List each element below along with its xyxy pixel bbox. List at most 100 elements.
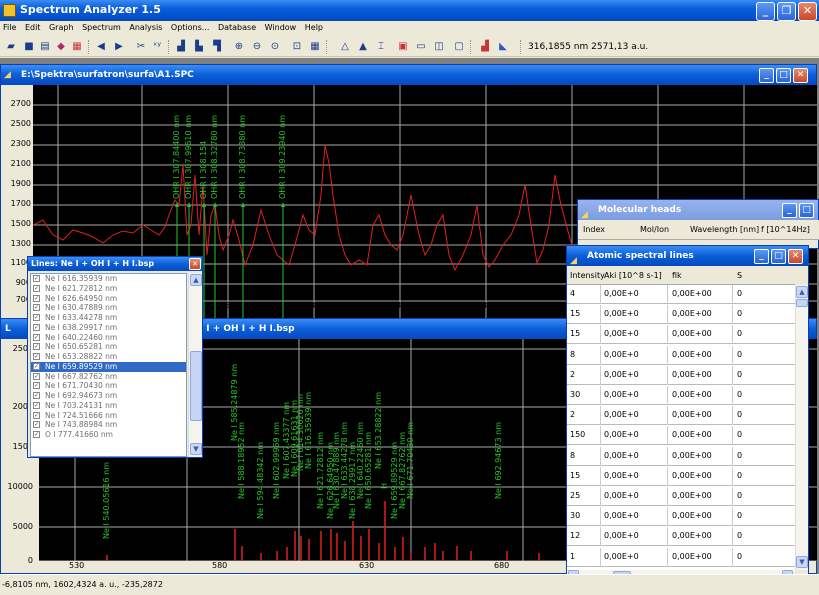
column-mol-ion[interactable]: Mol/Ion [640,225,669,234]
lines-list-item[interactable]: ✓ Ne I 633.44278 nm [31,313,186,323]
table-row[interactable]: 30 0,00E+0 0,00E+00 0 [567,507,795,527]
checkbox-icon[interactable]: ✓ [33,314,40,321]
scroll-down-icon[interactable]: ▼ [190,443,202,455]
lines-list-item[interactable]: ✓ Ne I 650.65281 nm [31,342,186,352]
xy-icon[interactable]: ˣʸ [150,40,164,54]
zoom-out-icon[interactable]: ⊖ [250,40,264,54]
atomic-minimize-button[interactable]: _ [754,249,769,264]
lines-listbox[interactable]: ✓ Ne I 616.35939 nm ✓ Ne I 621.72812 nm ✓ Ne … [30,273,187,457]
lines-window-title-bar[interactable]: Lines: Ne I + OH I + H I.bsp ✕ [28,257,202,271]
atomic-scrollbar-v[interactable]: ▲ ▼ [795,285,808,570]
table-row[interactable]: 4 0,00E+0 0,00E+00 0 [567,285,795,304]
chart-peak-icon[interactable]: ▜ [210,40,224,54]
lines-list-item[interactable]: ✓ Ne I 626.64950 nm [31,294,186,304]
column-frequency[interactable]: f [10^14Hz] [761,225,810,234]
checkbox-icon[interactable]: ✓ [33,284,40,292]
plot-red-icon[interactable]: ▟ [478,40,492,54]
table-row[interactable]: 25 0,00E+0 0,00E+00 0 [567,487,795,506]
checkbox-icon[interactable]: ✓ [33,304,40,312]
menu-file[interactable]: File [0,21,19,32]
column-intensity[interactable]: Intensity [570,271,605,280]
book-icon[interactable]: ▦ [70,40,84,54]
lines-list-item[interactable]: ✓ Ne I 638.29917 nm [31,323,186,333]
checkbox-icon[interactable]: ✓ [33,401,40,409]
checkbox-icon[interactable]: ✓ [33,294,40,302]
table-row[interactable]: 30 0,00E+0 0,00E+00 0 [567,386,795,405]
checkbox-icon[interactable]: ✓ [33,431,40,438]
export-icon[interactable]: ◆ [54,40,68,54]
atomic-maximize-button[interactable]: □ [771,249,786,264]
molecular-maximize-button[interactable]: □ [799,203,814,218]
table-row[interactable]: 8 0,00E+0 0,00E+00 0 [567,446,795,466]
scroll-down-icon[interactable]: ▼ [796,556,808,568]
molecular-minimize-button[interactable]: _ [782,203,797,218]
cursor-icon[interactable]: ⌶ [374,40,388,54]
checkbox-icon[interactable]: ✓ [33,323,40,331]
checkbox-icon[interactable]: ✓ [33,411,40,419]
table-row[interactable]: 2 0,00E+0 0,00E+00 0 [567,406,795,426]
checkbox-icon[interactable]: ✓ [33,362,40,370]
scroll-up-icon[interactable]: ▲ [796,286,808,298]
checkbox-icon[interactable]: ✓ [33,275,40,282]
checkbox-icon[interactable]: ✓ [33,333,40,341]
lines-close-button[interactable]: ✕ [189,258,201,270]
database-icon[interactable]: ▣ [396,40,410,54]
zoom-in-icon[interactable]: ⊕ [232,40,246,54]
peak-edit-icon[interactable]: ▲ [356,40,370,54]
minimize-button[interactable]: _ [756,2,775,21]
scroll-thumb[interactable] [190,351,202,421]
table-row[interactable]: 1 0,00E+0 0,00E+00 0 [567,547,795,567]
arrow-right-icon[interactable]: ▶ [112,40,126,54]
lines-list-item[interactable]: ✓ Ne I 630.47889 nm [31,303,186,313]
close-button[interactable]: ✕ [798,2,817,21]
lines-list-item[interactable]: ✓ Ne I 640.22460 nm [31,333,186,343]
spc-icon[interactable]: ▭ [414,40,428,54]
spc-maximize-button[interactable]: □ [776,68,791,83]
table-row[interactable]: 15 0,00E+0 0,00E+00 0 [567,466,795,486]
menu-spectrum[interactable]: Spectrum [79,21,124,32]
table-row[interactable]: 15 0,00E+0 0,00E+00 0 [567,305,795,325]
atomic-lines-table[interactable]: 4 0,00E+0 0,00E+00 0 15 0,00E+0 0,00E+00 0 15 0,0… [567,285,795,570]
scroll-up-icon[interactable]: ▲ [190,274,202,286]
lines-list-item[interactable]: ✓ Ne I 653.28822 nm [31,352,186,362]
app-title-bar[interactable]: Spectrum Analyzer 1.5 _ ❐ ✕ [0,0,819,21]
maximize-button[interactable]: ❐ [777,2,796,21]
atomic-lines-title-bar[interactable]: ◢ Atomic spectral lines _ □ ✕ [567,246,808,266]
checkbox-icon[interactable]: ✓ [33,421,40,429]
lines-list-item[interactable]: ✓ Ne I 743.88984 nm [31,420,186,430]
grid-icon[interactable]: ▦ [308,40,322,54]
lines-list-item[interactable]: ✓ Ne I 621.72812 nm [31,284,186,294]
menu-edit[interactable]: Edit [22,21,44,32]
save-icon[interactable]: ■ [22,40,36,54]
spc-close-button[interactable]: ✕ [793,68,808,83]
checkbox-icon[interactable]: ✓ [33,353,40,360]
table-row[interactable]: 15 0,00E+0 0,00E+00 0 [567,325,795,345]
chart-x-icon[interactable]: ▙ [192,40,206,54]
checkbox-icon[interactable]: ✓ [33,392,40,399]
checkbox-icon[interactable]: ✓ [33,372,40,380]
lines-window[interactable]: Lines: Ne I + OH I + H I.bsp ✕ ✓ Ne I 616… [27,256,203,458]
print-icon[interactable]: ▤ [38,40,52,54]
lines-list-item[interactable]: ✓ O I 777.41660 nm [31,430,186,440]
menu-graph[interactable]: Graph [46,21,77,32]
zoom-icon[interactable]: ⊙ [268,40,282,54]
column-index[interactable]: Index [583,225,605,234]
table-row[interactable]: 8 0,00E+0 0,00E+00 0 [567,345,795,365]
table-row[interactable]: 12 0,00E+0 0,00E+00 0 [567,527,795,547]
table-row[interactable]: 2 0,00E+0 0,00E+00 0 [567,365,795,385]
molecular-heads-title-bar[interactable]: ◢ Molecular heads _ □ [578,200,818,220]
scroll-thumb[interactable] [796,299,808,307]
open-folder-icon[interactable]: ▰ [4,40,18,54]
cut-x-icon[interactable]: ✂ [134,40,148,54]
lines-list-item[interactable]: ✓ Ne I 671.70430 nm [31,381,186,391]
lines-list-item[interactable]: ✓ Ne I 724.51666 nm [31,411,186,421]
lines-list-item[interactable]: ✓ Ne I 703.24131 nm [31,401,186,411]
arrow-left-icon[interactable]: ◀ [94,40,108,54]
lines-scrollbar[interactable]: ▲ ▼ [188,273,202,457]
table-row[interactable]: 150 0,00E+0 0,00E+00 0 [567,426,795,446]
spc-minimize-button[interactable]: _ [759,68,774,83]
menu-help[interactable]: Help [302,21,326,32]
peak-mark-icon[interactable]: △ [338,40,352,54]
menu-window[interactable]: Window [262,21,300,32]
spc-window-title-bar[interactable]: ◢ E:\Spektra\surfatron\surfa\A1.SPC _ □ … [1,65,816,85]
